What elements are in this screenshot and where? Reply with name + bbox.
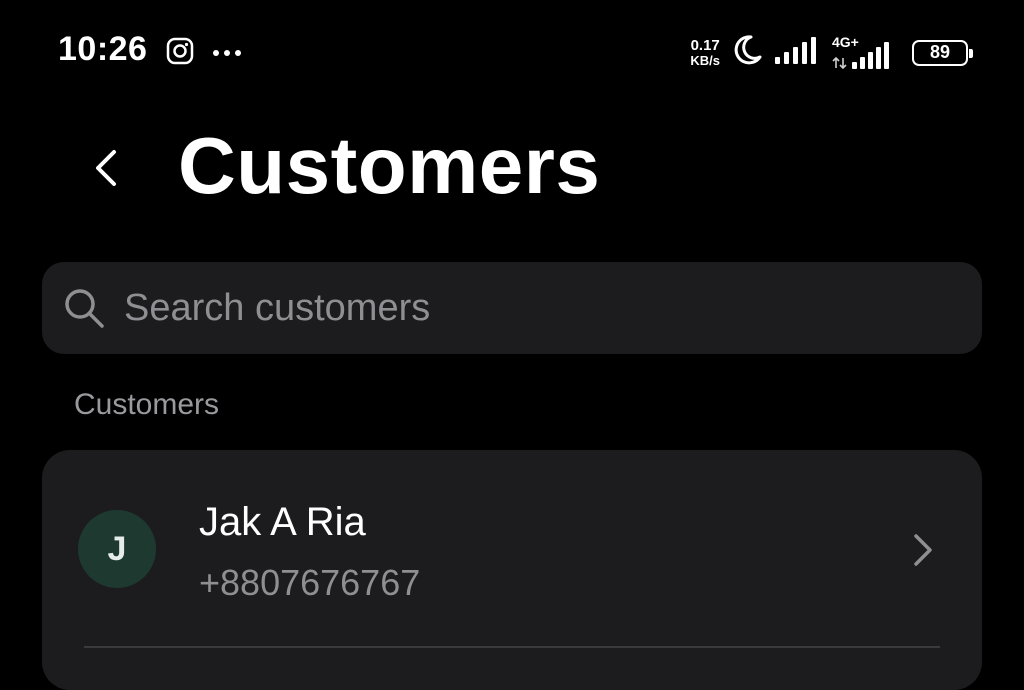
row-divider — [84, 646, 940, 648]
status-time: 10:26 — [58, 30, 148, 68]
battery-icon: 89 — [912, 39, 973, 66]
customer-phone: +8807676767 — [199, 562, 421, 603]
chevron-right-icon — [908, 532, 938, 568]
section-label-customers: Customers — [74, 388, 220, 421]
moon-icon — [730, 33, 764, 72]
chevron-left-icon — [92, 148, 120, 193]
search-bar[interactable] — [42, 262, 982, 354]
customer-list: J Jak A Ria +8807676767 — [42, 450, 982, 690]
search-icon — [62, 286, 106, 330]
instagram-icon — [166, 37, 194, 70]
network-speed-unit: KB/s — [690, 52, 720, 68]
network-speed: 0.17 KB/s — [690, 38, 720, 68]
page-title: Customers — [178, 121, 601, 210]
signal-4g-icon: 4G+ — [832, 34, 896, 70]
customer-list-item[interactable]: J Jak A Ria +8807676767 — [42, 450, 982, 646]
status-bar: 10:26 0.17 KB/s 4G+ 89 — [0, 0, 1024, 100]
more-dots-icon — [212, 45, 242, 63]
search-input[interactable] — [124, 286, 982, 330]
signal-icon — [774, 35, 822, 70]
back-button[interactable] — [80, 140, 132, 200]
status-notification-icons — [166, 37, 242, 70]
network-speed-value: 0.17 — [690, 36, 720, 54]
customer-name: Jak A Ria — [199, 500, 366, 544]
status-system-icons: 0.17 KB/s 4G+ 89 — [690, 33, 973, 72]
battery-level: 89 — [929, 42, 951, 62]
avatar-initial: J — [107, 529, 127, 568]
avatar: J — [78, 510, 156, 588]
